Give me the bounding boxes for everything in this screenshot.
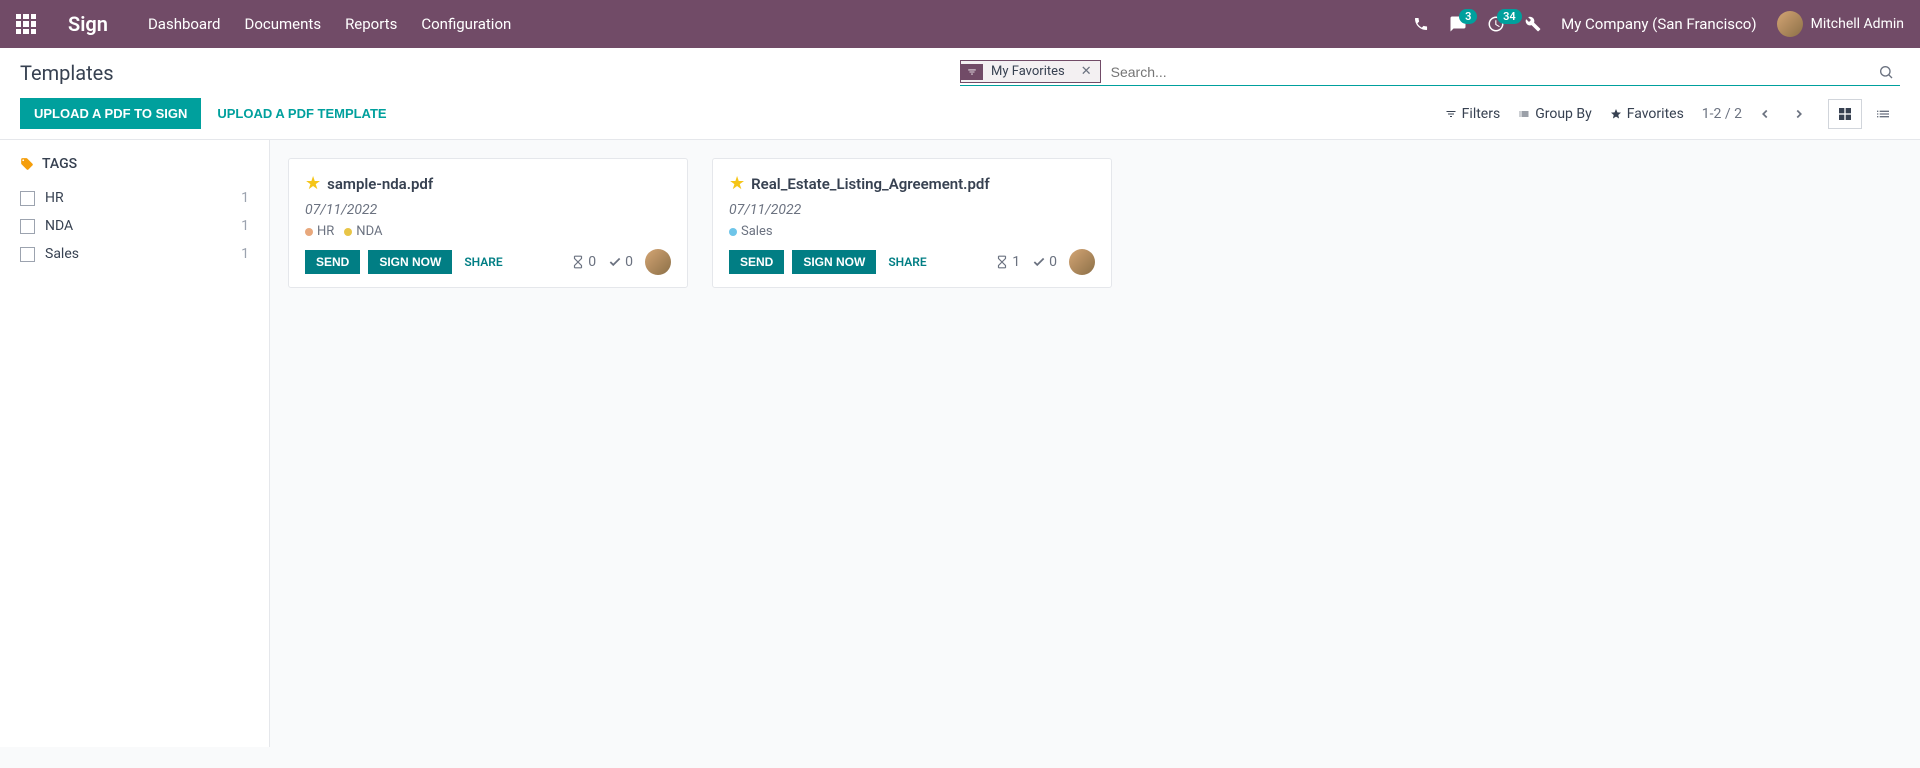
template-card[interactable]: ★ Real_Estate_Listing_Agreement.pdf 07/1… (712, 158, 1112, 288)
list-view-button[interactable] (1866, 99, 1900, 129)
card-actions: SEND SIGN NOW SHARE 1 0 (729, 249, 1095, 275)
messages-icon[interactable]: 3 (1449, 15, 1467, 33)
toolbar-right: Filters Group By Favorites 1-2 / 2 (1445, 99, 1900, 129)
share-button[interactable]: SHARE (464, 255, 502, 269)
topbar-right: 3 34 My Company (San Francisco) Mitchell… (1413, 11, 1904, 37)
filters-button[interactable]: Filters (1445, 106, 1501, 122)
card-tags: Sales (729, 224, 1095, 239)
share-button[interactable]: SHARE (888, 255, 926, 269)
card-stats: 0 0 (571, 249, 671, 275)
card-actions: SEND SIGN NOW SHARE 0 0 (305, 249, 671, 275)
nav-reports[interactable]: Reports (345, 15, 397, 33)
tag-label: HR (45, 190, 241, 206)
search-area: My Favorites ✕ (960, 60, 1900, 86)
tag-icon (20, 157, 34, 171)
tag-label: Sales (45, 246, 241, 262)
company-selector[interactable]: My Company (San Francisco) (1561, 15, 1756, 33)
star-icon[interactable]: ★ (729, 173, 745, 194)
upload-pdf-template-button[interactable]: UPLOAD A PDF TEMPLATE (217, 98, 386, 129)
card-stats: 1 0 (995, 249, 1095, 275)
nav-configuration[interactable]: Configuration (421, 15, 511, 33)
pending-stat: 0 (571, 254, 596, 270)
sidebar-tags-header: TAGS (20, 156, 249, 172)
pager-text: 1-2 / 2 (1702, 106, 1742, 122)
sidebar-header-label: TAGS (42, 156, 77, 172)
card-tag: NDA (344, 224, 382, 239)
nav-documents[interactable]: Documents (245, 15, 322, 33)
sign-now-button[interactable]: SIGN NOW (792, 250, 876, 274)
tag-checkbox[interactable] (20, 247, 35, 262)
groupby-label: Group By (1535, 106, 1592, 122)
filters-label: Filters (1462, 106, 1501, 122)
favorites-button[interactable]: Favorites (1610, 106, 1684, 122)
tag-row[interactable]: NDA 1 (20, 212, 249, 240)
template-card[interactable]: ★ sample-nda.pdf 07/11/2022 HR NDA SEND S… (288, 158, 688, 288)
user-menu[interactable]: Mitchell Admin (1777, 11, 1904, 37)
search-icon[interactable] (1872, 64, 1900, 80)
send-button[interactable]: SEND (729, 250, 784, 274)
tag-label: NDA (45, 218, 241, 234)
card-title-row: ★ Real_Estate_Listing_Agreement.pdf (729, 173, 1095, 194)
topbar: Sign Dashboard Documents Reports Configu… (0, 0, 1920, 48)
card-date: 07/11/2022 (729, 202, 1095, 218)
brand[interactable]: Sign (68, 12, 108, 36)
send-button[interactable]: SEND (305, 250, 360, 274)
search-input[interactable] (1107, 62, 1872, 82)
view-switch (1828, 99, 1900, 129)
tools-icon[interactable] (1525, 16, 1541, 32)
upload-pdf-sign-button[interactable]: UPLOAD A PDF TO SIGN (20, 98, 201, 129)
kanban-view-button[interactable] (1828, 99, 1862, 129)
pending-stat: 1 (995, 254, 1020, 270)
nav-dashboard[interactable]: Dashboard (148, 15, 221, 33)
signed-stat: 0 (608, 254, 633, 270)
filter-chip-label: My Favorites (983, 61, 1073, 82)
activities-badge: 34 (1497, 9, 1522, 24)
apps-icon[interactable] (16, 14, 36, 34)
card-date: 07/11/2022 (305, 202, 671, 218)
tag-count: 1 (241, 190, 249, 206)
star-icon[interactable]: ★ (305, 173, 321, 194)
controlbar: Templates My Favorites ✕ UPLOAD A PDF TO… (0, 48, 1920, 139)
phone-icon[interactable] (1413, 16, 1429, 32)
sign-now-button[interactable]: SIGN NOW (368, 250, 452, 274)
main: TAGS HR 1 NDA 1 Sales 1 ★ sample-nda.pdf… (0, 139, 1920, 747)
card-title-row: ★ sample-nda.pdf (305, 173, 671, 194)
card-title: Real_Estate_Listing_Agreement.pdf (751, 175, 990, 193)
messages-badge: 3 (1459, 9, 1477, 24)
card-title: sample-nda.pdf (327, 175, 433, 193)
avatar (1777, 11, 1803, 37)
pager-next[interactable] (1788, 103, 1810, 125)
pager-prev[interactable] (1754, 103, 1776, 125)
sidebar: TAGS HR 1 NDA 1 Sales 1 (0, 139, 270, 747)
responsible-avatar[interactable] (1069, 249, 1095, 275)
topbar-left: Sign Dashboard Documents Reports Configu… (16, 12, 511, 36)
filter-chip-close[interactable]: ✕ (1073, 61, 1100, 82)
responsible-avatar[interactable] (645, 249, 671, 275)
pager: 1-2 / 2 (1702, 103, 1810, 125)
signed-stat: 0 (1032, 254, 1057, 270)
tag-count: 1 (241, 246, 249, 262)
favorites-label: Favorites (1627, 106, 1684, 122)
user-name: Mitchell Admin (1811, 16, 1904, 32)
card-tags: HR NDA (305, 224, 671, 239)
page-title: Templates (20, 61, 114, 85)
filter-icon (961, 64, 983, 80)
tag-row[interactable]: Sales 1 (20, 240, 249, 268)
groupby-button[interactable]: Group By (1518, 106, 1592, 122)
controlbar-row2: UPLOAD A PDF TO SIGN UPLOAD A PDF TEMPLA… (20, 98, 1900, 139)
card-tag: Sales (729, 224, 773, 239)
tag-checkbox[interactable] (20, 191, 35, 206)
card-tag: HR (305, 224, 334, 239)
tag-checkbox[interactable] (20, 219, 35, 234)
tag-count: 1 (241, 218, 249, 234)
content: ★ sample-nda.pdf 07/11/2022 HR NDA SEND S… (270, 139, 1920, 747)
filter-chip-favorites: My Favorites ✕ (960, 60, 1101, 83)
controlbar-row1: Templates My Favorites ✕ (20, 60, 1900, 86)
tag-row[interactable]: HR 1 (20, 184, 249, 212)
activities-icon[interactable]: 34 (1487, 15, 1505, 33)
